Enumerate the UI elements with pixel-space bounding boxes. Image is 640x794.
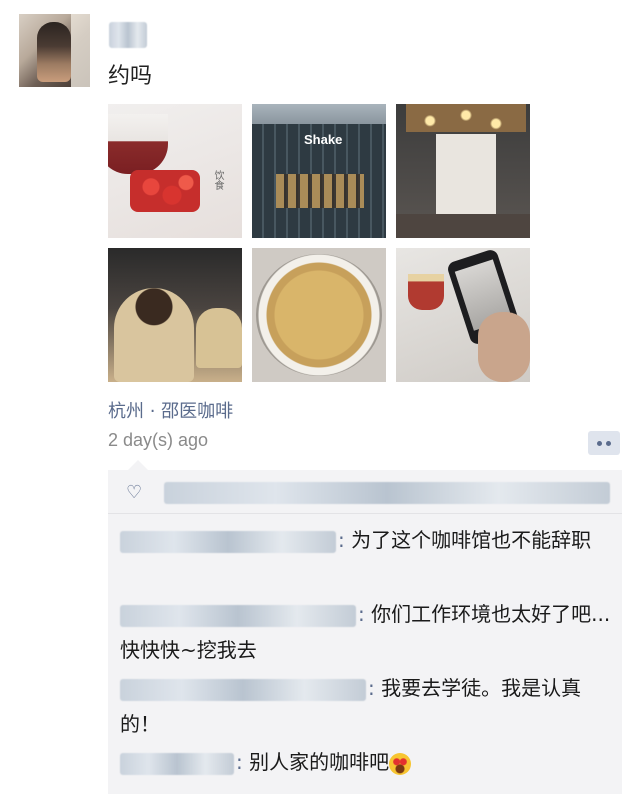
blurred-commenter[interactable] xyxy=(120,604,356,627)
comment-colon: : xyxy=(368,676,382,700)
blurred-username[interactable] xyxy=(109,22,147,48)
hand xyxy=(478,312,530,382)
location-link[interactable]: 杭州 · 邵医咖啡 xyxy=(108,397,233,423)
comment-item[interactable]: : 别人家的咖啡吧 xyxy=(120,744,616,780)
photo-3[interactable] xyxy=(396,104,530,238)
store-sign: Shake xyxy=(304,132,343,147)
comment-text: 为了这个咖啡馆也不能辞职 xyxy=(351,528,592,552)
heart-icon: ♡ xyxy=(126,482,143,503)
ceiling-lights xyxy=(406,104,526,132)
comment-item[interactable]: : 为了这个咖啡馆也不能辞职 xyxy=(120,522,616,558)
comment-dot xyxy=(606,440,611,446)
red-cup xyxy=(408,274,444,310)
pastry xyxy=(196,308,242,368)
post-time: 2 day(s) ago xyxy=(108,430,209,450)
photo-grid: 饮食 Shake xyxy=(108,104,530,382)
likes-row: ♡ xyxy=(108,470,622,514)
comment-colon: : xyxy=(236,750,250,774)
blurred-likers[interactable] xyxy=(164,482,610,504)
goji-berries xyxy=(130,170,200,212)
photo-1[interactable]: 饮食 xyxy=(108,104,242,238)
photo-1-caption: 饮食 xyxy=(212,170,223,190)
comment-colon: : xyxy=(358,602,372,626)
star-struck-emoji-icon xyxy=(389,752,412,775)
comment-text: 别人家的咖啡吧 xyxy=(249,750,390,774)
comment-dot xyxy=(597,440,602,446)
latte-bowl xyxy=(256,254,382,376)
post-text: 约吗 xyxy=(108,64,153,89)
interior-wall xyxy=(436,134,496,214)
blurred-commenter[interactable] xyxy=(120,678,366,701)
comments-panel: ♡ : 为了这个咖啡馆也不能辞职 : 你们工作环境也太好了吧...快快快~挖我去… xyxy=(108,460,622,794)
photo-2[interactable]: Shake xyxy=(252,104,386,238)
user-avatar[interactable] xyxy=(19,14,90,87)
comment-icon[interactable] xyxy=(588,431,620,455)
blurred-commenter[interactable] xyxy=(120,530,336,553)
lit-windows xyxy=(276,174,364,208)
photo-4[interactable] xyxy=(108,248,242,382)
photo-5[interactable] xyxy=(252,248,386,382)
cake xyxy=(114,288,194,382)
comment-item[interactable]: : 你们工作环境也太好了吧...快快快~挖我去 xyxy=(120,596,616,668)
cafe-floor xyxy=(396,214,530,238)
avatar-background xyxy=(71,14,90,87)
blurred-commenter[interactable] xyxy=(120,752,234,775)
comment-colon: : xyxy=(338,528,352,552)
comment-item[interactable]: : 我要去学徒。我是认真的！ xyxy=(120,670,616,742)
photo-6[interactable] xyxy=(396,248,530,382)
coffee-cup xyxy=(108,114,168,174)
avatar-person xyxy=(37,22,71,82)
